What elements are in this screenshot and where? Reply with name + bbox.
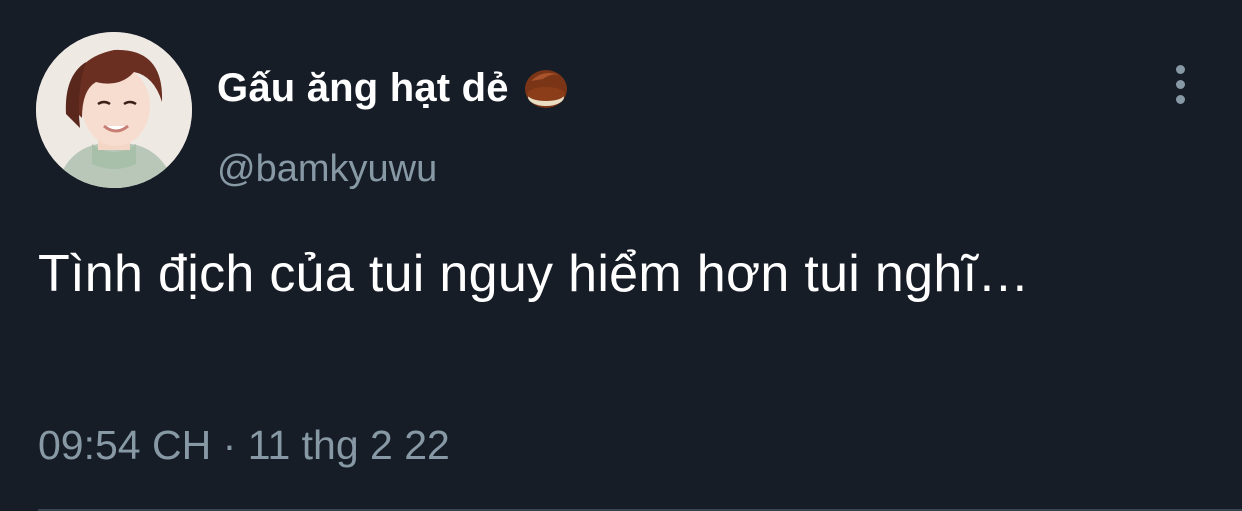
more-options-button[interactable] — [1160, 60, 1200, 108]
chestnut-icon — [521, 63, 571, 113]
avatar[interactable] — [36, 32, 192, 188]
tweet-time: 09:54 CH — [38, 422, 212, 468]
tweet-text: Tình địch của tui nguy hiểm hơn tui nghĩ… — [38, 245, 1030, 303]
avatar-image — [36, 32, 192, 188]
author-handle[interactable]: @bamkyuwu — [217, 148, 437, 191]
tweet-card: Gấu ăng hạt dẻ @bamkyuwu Tình địch của t… — [0, 0, 1242, 511]
timestamp-separator: · — [222, 422, 237, 468]
more-dot-icon — [1175, 64, 1185, 74]
more-dot-icon — [1175, 94, 1185, 104]
timestamp-row[interactable]: 09:54 CH · 11 thg 2 22 — [38, 422, 450, 469]
tweet-date: 11 thg 2 22 — [247, 422, 450, 468]
display-name[interactable]: Gấu ăng hạt dẻ — [217, 66, 509, 111]
author-name-row[interactable]: Gấu ăng hạt dẻ — [217, 62, 571, 114]
more-dot-icon — [1175, 79, 1185, 89]
